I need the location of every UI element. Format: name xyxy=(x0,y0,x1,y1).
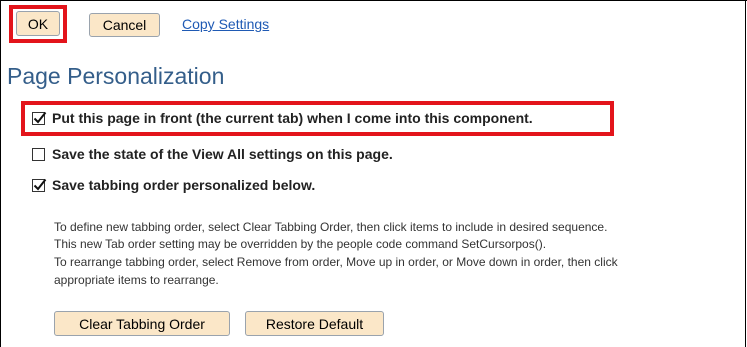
instruction-text: To rearrange tabbing order, select Remov… xyxy=(54,255,618,269)
checkbox-put-page-in-front[interactable] xyxy=(32,111,47,125)
instruction-text: To define new tabbing order, select Clea… xyxy=(54,220,608,234)
copy-settings-link[interactable]: Copy Settings xyxy=(182,16,269,32)
frame-border-right xyxy=(745,0,746,347)
frame-border-left xyxy=(0,0,1,347)
option-put-page-in-front[interactable]: Put this page in front (the current tab)… xyxy=(32,110,533,126)
checkbox-save-tabbing-order[interactable] xyxy=(32,178,47,192)
checkmark-icon xyxy=(33,111,47,124)
option-label: Save tabbing order personalized below. xyxy=(52,177,316,193)
ok-button[interactable]: OK xyxy=(16,11,60,36)
option-label: Save the state of the View All settings … xyxy=(52,146,393,162)
instruction-text: appropriate items to rearrange. xyxy=(54,273,219,287)
option-save-view-all-state[interactable]: Save the state of the View All settings … xyxy=(32,146,393,162)
instruction-text: This new Tab order setting may be overri… xyxy=(54,237,547,251)
option-save-tabbing-order[interactable]: Save tabbing order personalized below. xyxy=(32,177,315,193)
frame-border-top xyxy=(0,0,747,1)
checkmark-icon xyxy=(33,178,47,191)
clear-tabbing-order-button[interactable]: Clear Tabbing Order xyxy=(54,311,230,336)
checkbox-save-view-all-state[interactable] xyxy=(32,147,45,161)
cancel-button[interactable]: Cancel xyxy=(89,13,160,37)
restore-default-button[interactable]: Restore Default xyxy=(245,311,384,336)
page-title: Page Personalization xyxy=(7,63,225,89)
option-label: Put this page in front (the current tab)… xyxy=(52,110,533,126)
